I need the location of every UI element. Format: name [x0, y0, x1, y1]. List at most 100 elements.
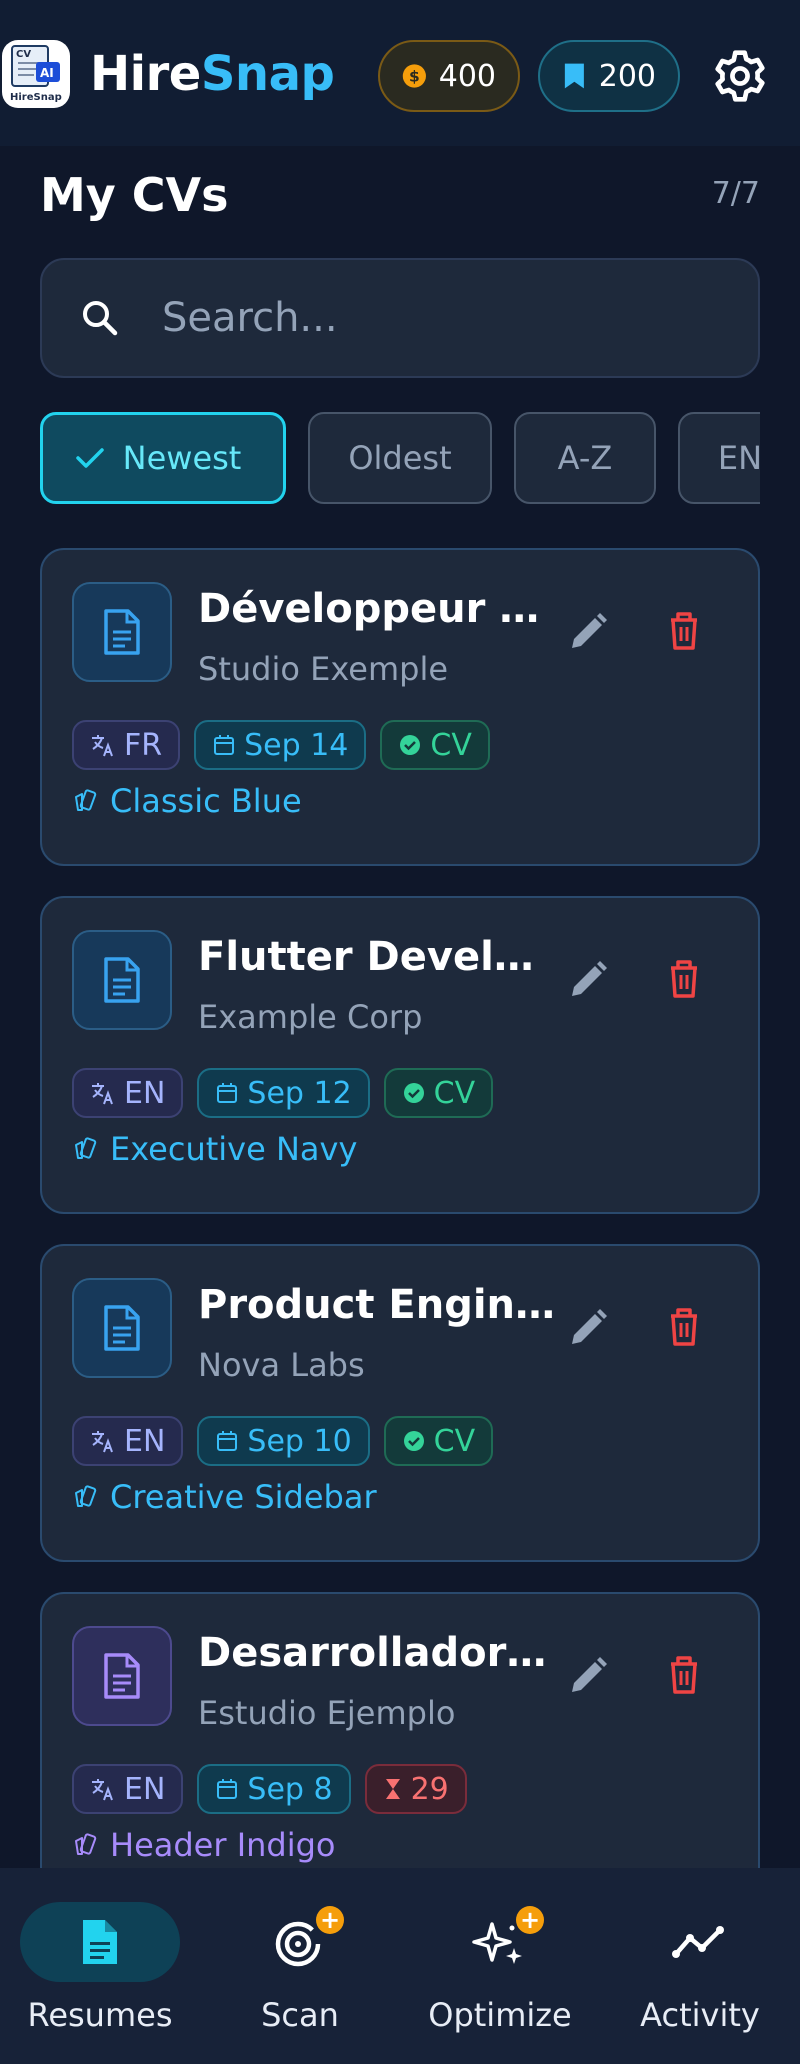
cv-card[interactable]: Développeur Fl... Studio Exemple FR Sep …	[40, 548, 760, 866]
optimize-badge: +	[516, 1906, 544, 1934]
app-name-part2: Snap	[200, 46, 335, 102]
chip-en[interactable]: EN	[678, 412, 760, 504]
language-code: FR	[124, 727, 163, 763]
status-badge: CV	[383, 1068, 494, 1118]
tokens-balance-button[interactable]: 200	[538, 40, 680, 112]
language-code: EN	[124, 1771, 166, 1807]
palette-icon	[75, 1485, 97, 1507]
palette-icon	[75, 789, 97, 811]
cv-card[interactable]: Desarrolladora ... Estudio Ejemplo EN Se…	[40, 1592, 760, 1912]
delete-icon[interactable]	[662, 1304, 706, 1348]
palette-icon	[75, 1137, 97, 1159]
cv-file-icon-box	[72, 930, 172, 1030]
edit-icon[interactable]	[566, 1306, 610, 1350]
language-tag: EN	[72, 1416, 184, 1466]
verified-icon	[400, 735, 421, 755]
translate-icon	[92, 1779, 113, 1801]
document-icon	[104, 957, 140, 1003]
logo-name-text: HireSnap	[10, 92, 62, 103]
chip-label: A-Z	[557, 439, 613, 477]
nav-resumes[interactable]: Resumes	[0, 1868, 200, 2064]
cv-count: 7/7	[711, 176, 760, 211]
cv-date: Sep 8	[247, 1771, 333, 1807]
logo-ai-text: AI	[40, 66, 54, 80]
nav-label: Optimize	[428, 1996, 572, 2034]
status-text: 29	[410, 1771, 449, 1807]
cv-file-icon-box	[72, 582, 172, 682]
sort-filter-chips: Newest Oldest A-Z EN	[40, 412, 760, 504]
cv-file-icon-box	[72, 1278, 172, 1378]
cv-template: Classic Blue	[72, 782, 302, 820]
document-icon	[104, 1305, 140, 1351]
app-header: CV AI HireSnap HireSnap $ 400 200	[0, 0, 800, 146]
verified-icon	[403, 1431, 424, 1451]
cv-card[interactable]: Flutter Developer Example Corp EN Sep 12	[40, 896, 760, 1214]
nav-icon-container: +	[420, 1902, 580, 1982]
chip-label: Newest	[122, 439, 242, 477]
status-badge: CV	[383, 1416, 494, 1466]
verified-icon	[403, 1083, 424, 1103]
language-tag: EN	[72, 1068, 184, 1118]
cv-company: Studio Exemple	[198, 650, 449, 688]
cv-tags: FR Sep 14 CV	[72, 720, 490, 770]
cv-tags: EN Sep 10 CV	[72, 1416, 494, 1466]
date-tag: Sep 14	[194, 720, 367, 770]
cv-card[interactable]: Product Engineer Nova Labs EN Sep 10 CV …	[40, 1244, 760, 1562]
page-title: My CVs	[40, 168, 229, 222]
delete-icon[interactable]	[662, 1652, 706, 1696]
nav-optimize[interactable]: + Optimize	[400, 1868, 600, 2064]
status-text: CV	[433, 1423, 476, 1459]
date-tag: Sep 8	[197, 1764, 351, 1814]
nav-activity[interactable]: Activity	[600, 1868, 800, 2064]
cv-company: Example Corp	[198, 998, 423, 1036]
cv-title: Product Engineer	[198, 1282, 558, 1328]
edit-icon[interactable]	[566, 958, 610, 1002]
cv-company: Estudio Ejemplo	[198, 1694, 456, 1732]
cv-title: Desarrolladora ...	[198, 1630, 558, 1676]
cv-date: Sep 12	[247, 1075, 352, 1111]
chip-oldest[interactable]: Oldest	[308, 412, 492, 504]
svg-text:$: $	[409, 67, 420, 85]
status-text: CV	[430, 727, 472, 763]
calendar-icon	[217, 1779, 238, 1799]
edit-icon[interactable]	[566, 610, 610, 654]
template-name: Classic Blue	[110, 782, 302, 820]
chip-label: Oldest	[348, 439, 452, 477]
logo-cv-text: CV	[16, 49, 31, 60]
coin-icon: $	[402, 64, 426, 88]
gear-icon[interactable]	[712, 48, 768, 104]
edit-icon[interactable]	[566, 1654, 610, 1698]
app-name: HireSnap	[90, 44, 335, 104]
document-icon	[104, 609, 140, 655]
bookmark-icon	[564, 63, 584, 89]
status-text: CV	[433, 1075, 476, 1111]
cv-tags: EN Sep 8 29	[72, 1764, 467, 1814]
coins-balance-button[interactable]: $ 400	[378, 40, 520, 112]
chip-a-z[interactable]: A-Z	[514, 412, 656, 504]
check-icon	[75, 448, 104, 468]
nav-scan[interactable]: + Scan	[200, 1868, 400, 2064]
nav-icon-container	[20, 1902, 180, 1982]
calendar-icon	[217, 1431, 238, 1451]
search-input[interactable]	[162, 295, 702, 341]
template-name: Creative Sidebar	[110, 1478, 377, 1516]
translate-icon	[92, 1083, 113, 1105]
translate-icon	[92, 1431, 113, 1453]
search-bar[interactable]	[40, 258, 760, 378]
cv-company: Nova Labs	[198, 1346, 365, 1384]
delete-icon[interactable]	[662, 956, 706, 1000]
scan-badge: +	[316, 1906, 344, 1934]
document-icon	[104, 1653, 140, 1699]
tokens-count: 200	[598, 58, 656, 94]
coins-count: 400	[438, 58, 496, 94]
cv-title: Développeur Fl...	[198, 586, 558, 632]
language-code: EN	[124, 1423, 166, 1459]
chip-newest[interactable]: Newest	[40, 412, 286, 504]
logo-graphic: CV AI HireSnap	[10, 45, 62, 103]
activity-icon	[672, 1926, 724, 1958]
delete-icon[interactable]	[662, 608, 706, 652]
cv-date: Sep 14	[244, 727, 349, 763]
cv-template: Creative Sidebar	[72, 1478, 377, 1516]
cv-file-icon-box	[72, 1626, 172, 1726]
status-badge: CV	[380, 720, 490, 770]
